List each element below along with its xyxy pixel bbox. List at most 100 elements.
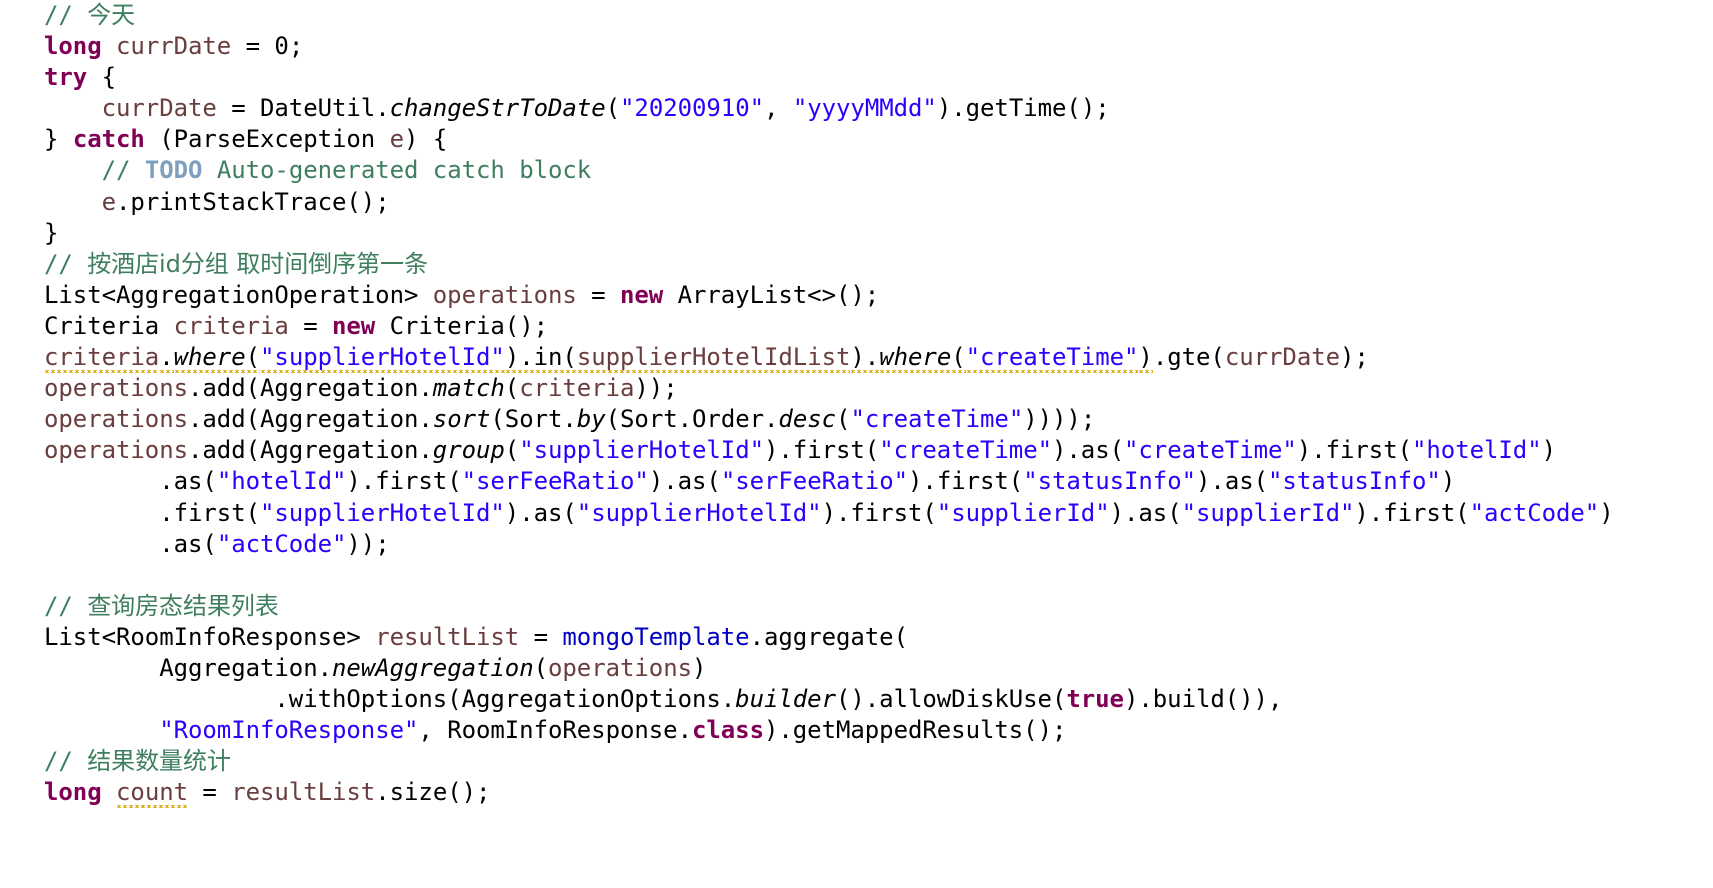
code-token: "hotelId" [1412, 436, 1542, 465]
code-token: ) [1541, 436, 1556, 465]
code-token: newAggregation [332, 653, 534, 682]
code-token: operations [44, 374, 188, 403]
code-token: operations [44, 436, 188, 465]
code-token: "createTime" [850, 405, 1024, 434]
code-token: ) [1440, 467, 1456, 496]
code-token: new [332, 311, 376, 340]
code-token: currDate [1224, 343, 1341, 372]
code-line[interactable]: long currDate = 0; [44, 31, 1614, 62]
code-line[interactable]: // 今天 [44, 0, 1614, 31]
code-token: .aggregate( [749, 622, 908, 651]
code-token: "supplierHotelId" [260, 343, 505, 372]
code-token: "createTime" [965, 343, 1139, 372]
code-line[interactable]: operations.add(Aggregation.sort(Sort.by(… [44, 404, 1614, 435]
code-token: ( [533, 653, 548, 682]
code-token: ) { [404, 125, 448, 154]
code-line[interactable]: // 结果数量统计 [44, 746, 1614, 777]
code-token: ) [692, 653, 707, 682]
code-line[interactable]: "RoomInfoResponse", RoomInfoResponse.cla… [44, 715, 1614, 746]
code-token: "createTime" [1124, 436, 1297, 465]
code-line[interactable]: List<AggregationOperation> operations = … [44, 280, 1614, 311]
code-token: resultList [231, 778, 376, 807]
code-token: .as( [159, 467, 217, 496]
code-line[interactable]: // TODO Auto-generated catch block [44, 155, 1614, 186]
code-token: ).getTime(); [936, 94, 1110, 123]
code-content[interactable]: // 今天 long currDate = 0; try { currDate = … [44, 0, 1614, 808]
code-line[interactable]: Criteria criteria = new Criteria(); [44, 311, 1614, 342]
code-token: e [389, 125, 405, 154]
code-token: ).first( [908, 467, 1024, 496]
code-token: match [432, 374, 505, 403]
code-token: Criteria [44, 311, 174, 340]
code-token: criteria [519, 374, 635, 403]
code-token: "actCode" [1469, 498, 1600, 527]
code-line[interactable]: operations.add(Aggregation.match(criteri… [44, 373, 1614, 404]
code-token: ( [605, 94, 621, 123]
code-line[interactable]: .as("actCode")); [44, 529, 1614, 560]
code-line[interactable]: currDate = DateUtil.changeStrToDate("202… [44, 93, 1614, 124]
code-token: TODO [144, 156, 203, 185]
code-token: operations [44, 405, 188, 434]
code-token: ).as( [1109, 498, 1182, 527]
code-token: (ParseException [144, 125, 390, 154]
code-token: ; [288, 32, 304, 61]
code-token: = [519, 622, 563, 651]
code-token: 今天 [87, 1, 136, 29]
code-line[interactable]: long count = resultList.size(); [44, 777, 1614, 808]
code-token: e [101, 187, 117, 216]
code-token: currDate [101, 94, 217, 123]
code-token: "statusInfo" [1023, 467, 1197, 496]
code-token: List<AggregationOperation> [44, 280, 433, 309]
code-token: mongoTemplate [562, 622, 750, 651]
code-token: ).as( [648, 467, 721, 496]
code-token: resultList [375, 622, 520, 651]
code-line[interactable]: .as("hotelId").first("serFeeRatio").as("… [44, 466, 1614, 497]
code-token: ).as( [1196, 467, 1269, 496]
code-token: supplierHotelIdList [576, 343, 851, 372]
code-line[interactable]: } [44, 218, 1614, 249]
code-token: .add(Aggregation. [188, 405, 433, 434]
code-token: )); [634, 374, 678, 403]
code-token: = [188, 778, 232, 807]
code-line[interactable]: .withOptions(AggregationOptions.builder(… [44, 684, 1614, 715]
code-token: group [432, 436, 505, 465]
code-line[interactable]: .first("supplierHotelId").as("supplierHo… [44, 498, 1613, 529]
code-line[interactable]: criteria.where("supplierHotelId").in(sup… [44, 342, 1614, 373]
code-token: "actCode" [216, 529, 347, 558]
code-editor[interactable]: // 今天 long currDate = 0; try { currDate = … [0, 0, 1713, 888]
code-token: where [173, 343, 246, 372]
code-token: "createTime" [879, 436, 1052, 465]
code-line[interactable]: List<RoomInfoResponse> resultList = mong… [44, 622, 1614, 653]
code-line[interactable]: e.printStackTrace(); [44, 187, 1614, 218]
code-token: ).first( [346, 467, 462, 496]
code-token: "serFeeRatio" [720, 467, 909, 496]
code-token: // [44, 1, 88, 29]
code-token: ( [504, 374, 520, 403]
code-line[interactable]: operations.add(Aggregation.group("suppli… [44, 435, 1614, 466]
code-token: "supplierId" [1181, 498, 1355, 527]
code-line[interactable]: // 查询房态结果列表 [44, 591, 1614, 622]
code-line[interactable]: Aggregation.newAggregation(operations) [44, 653, 1614, 684]
code-token: .printStackTrace(); [116, 187, 390, 216]
code-token: long [44, 32, 102, 61]
code-token: ).first( [1296, 436, 1412, 465]
code-token: = DateUtil. [216, 94, 390, 123]
code-token: ( [836, 405, 851, 434]
code-token: // [44, 591, 88, 620]
code-token: operations [548, 653, 692, 682]
code-line[interactable] [44, 560, 1614, 591]
code-token: criteria [173, 311, 289, 340]
code-line[interactable]: try { [44, 62, 1614, 93]
code-line[interactable]: } catch (ParseException e) { [44, 124, 1614, 155]
code-token: .add(Aggregation. [188, 374, 433, 403]
code-line[interactable]: // 按酒店id分组 取时间倒序第一条 [44, 249, 1614, 280]
code-token: ).first( [764, 436, 880, 465]
code-token: , [764, 94, 793, 123]
code-token: new [619, 280, 664, 309]
